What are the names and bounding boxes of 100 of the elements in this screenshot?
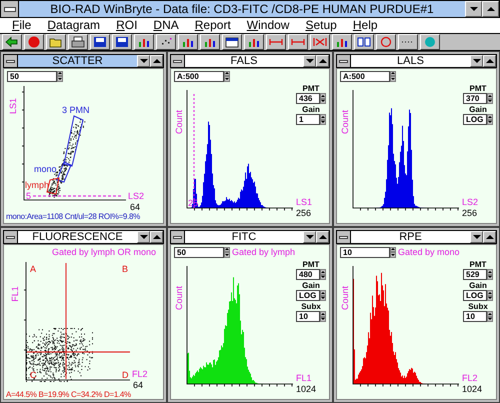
toolbar-button[interactable] [2,34,22,50]
toolbar-button[interactable] [200,34,220,50]
quadrant-label: D [122,370,128,380]
spin-up-button[interactable] [320,269,326,274]
value-field[interactable]: 50 [7,70,57,82]
value-field[interactable]: 1 [296,114,320,125]
value-field[interactable]: LOG [463,114,487,125]
spin-down-button[interactable] [487,274,493,280]
toolbar-button[interactable] [288,34,308,50]
spin-down-button[interactable] [320,274,326,280]
menu-item[interactable]: Datagram [41,18,106,33]
maximize-button[interactable] [150,55,163,67]
toolbar-button[interactable] [376,34,396,50]
value-field[interactable]: 10 [296,311,320,322]
minimize-button[interactable] [137,231,150,243]
spin-down-button[interactable] [487,120,493,125]
system-menu-button[interactable] [337,55,351,67]
spin-down-button[interactable] [224,76,230,82]
spin-down-button[interactable] [320,296,326,301]
spin-up-button[interactable] [320,290,326,296]
maximize-button[interactable] [483,55,496,67]
system-menu-button[interactable] [337,231,351,243]
spin-up-button[interactable] [320,93,326,98]
value-field[interactable]: 529 [463,269,487,280]
spin-up-button[interactable] [487,93,493,98]
maximize-button[interactable] [316,231,329,243]
spin-down-button[interactable] [320,98,326,104]
system-menu-button[interactable] [4,231,18,243]
value-field[interactable]: 10 [340,246,390,258]
maximize-button[interactable] [150,231,163,243]
minimize-button[interactable] [470,231,483,243]
spin-down-button[interactable] [487,98,493,104]
toolbar-button[interactable] [222,34,242,50]
spin-down-button[interactable] [320,120,326,125]
menu-item[interactable]: ROI [110,18,144,33]
value-field[interactable]: A:500 [174,70,224,82]
spin-up-button[interactable] [487,269,493,274]
spin-up-button[interactable] [320,311,326,316]
spin-down-button[interactable] [224,252,230,258]
toolbar-button[interactable] [134,34,154,50]
system-menu-button[interactable] [171,55,185,67]
control-label: PMT [470,260,486,269]
menu-item[interactable]: DNA [147,18,185,33]
toolbar-button[interactable] [156,34,176,50]
value-field[interactable]: LOG [463,290,487,301]
spin-up-button[interactable] [320,114,326,120]
control-label: PMT [302,260,320,269]
spin-down-button[interactable] [57,76,63,82]
toolbar-button[interactable] [354,34,374,50]
spin-up-button[interactable] [487,311,493,316]
value-field[interactable]: 436 [296,93,320,104]
menu-item[interactable]: Setup [299,18,343,33]
minimize-button[interactable] [303,231,316,243]
region-outline[interactable] [63,115,84,167]
arrow-icon [5,36,19,48]
minimize-button[interactable] [303,55,316,67]
quadrant-stats: A=44.5% B=19.9% C=34.2% D=1.4% [5,390,132,400]
maximize-button[interactable] [482,1,499,17]
value-field[interactable]: 10 [463,311,487,322]
toolbar-button[interactable] [68,34,88,50]
minimize-button[interactable] [465,1,482,17]
toolbar-button[interactable] [112,34,132,50]
toolbar-button[interactable] [332,34,352,50]
maximize-button[interactable] [316,55,329,67]
minimize-button[interactable] [137,55,150,67]
menu-item[interactable]: File [6,18,38,33]
value-field[interactable]: 50 [174,246,224,258]
spin-down-button[interactable] [320,316,326,322]
value-field[interactable]: 480 [296,269,320,280]
spin-down-button[interactable] [487,316,493,322]
minimize-button[interactable] [470,55,483,67]
panel-title: RPE [398,231,423,243]
system-menu-button[interactable] [1,1,19,17]
toolbar-button[interactable] [398,34,418,50]
bar-chart-icon [335,36,349,48]
toolbar-button[interactable] [46,34,66,50]
toolbar-button[interactable] [266,34,286,50]
maximize-button[interactable] [483,231,496,243]
toolbar-button[interactable] [420,34,440,50]
menu-item[interactable]: Report [188,18,237,33]
value-field[interactable]: LOG [296,290,320,301]
menu-item[interactable]: Help [346,18,384,33]
toolbar-button[interactable] [178,34,198,50]
system-menu-button[interactable] [4,55,18,67]
axis-label: FL1 [296,373,312,383]
toolbar-button[interactable] [244,34,264,50]
system-menu-button[interactable] [171,231,185,243]
region-outline[interactable] [56,161,72,183]
spin-down-button[interactable] [390,252,396,258]
toolbar-button[interactable] [90,34,110,50]
spin-down-button[interactable] [487,296,493,301]
spin-up-button[interactable] [487,114,493,120]
toolbar-button[interactable] [310,34,330,50]
value-field[interactable]: 370 [463,93,487,104]
menu-item[interactable]: Window [240,18,296,33]
panel-title: FITC [230,231,258,243]
spin-up-button[interactable] [487,290,493,296]
spin-down-button[interactable] [390,76,396,82]
value-field[interactable]: A:500 [340,70,390,82]
toolbar-button[interactable] [24,34,44,50]
